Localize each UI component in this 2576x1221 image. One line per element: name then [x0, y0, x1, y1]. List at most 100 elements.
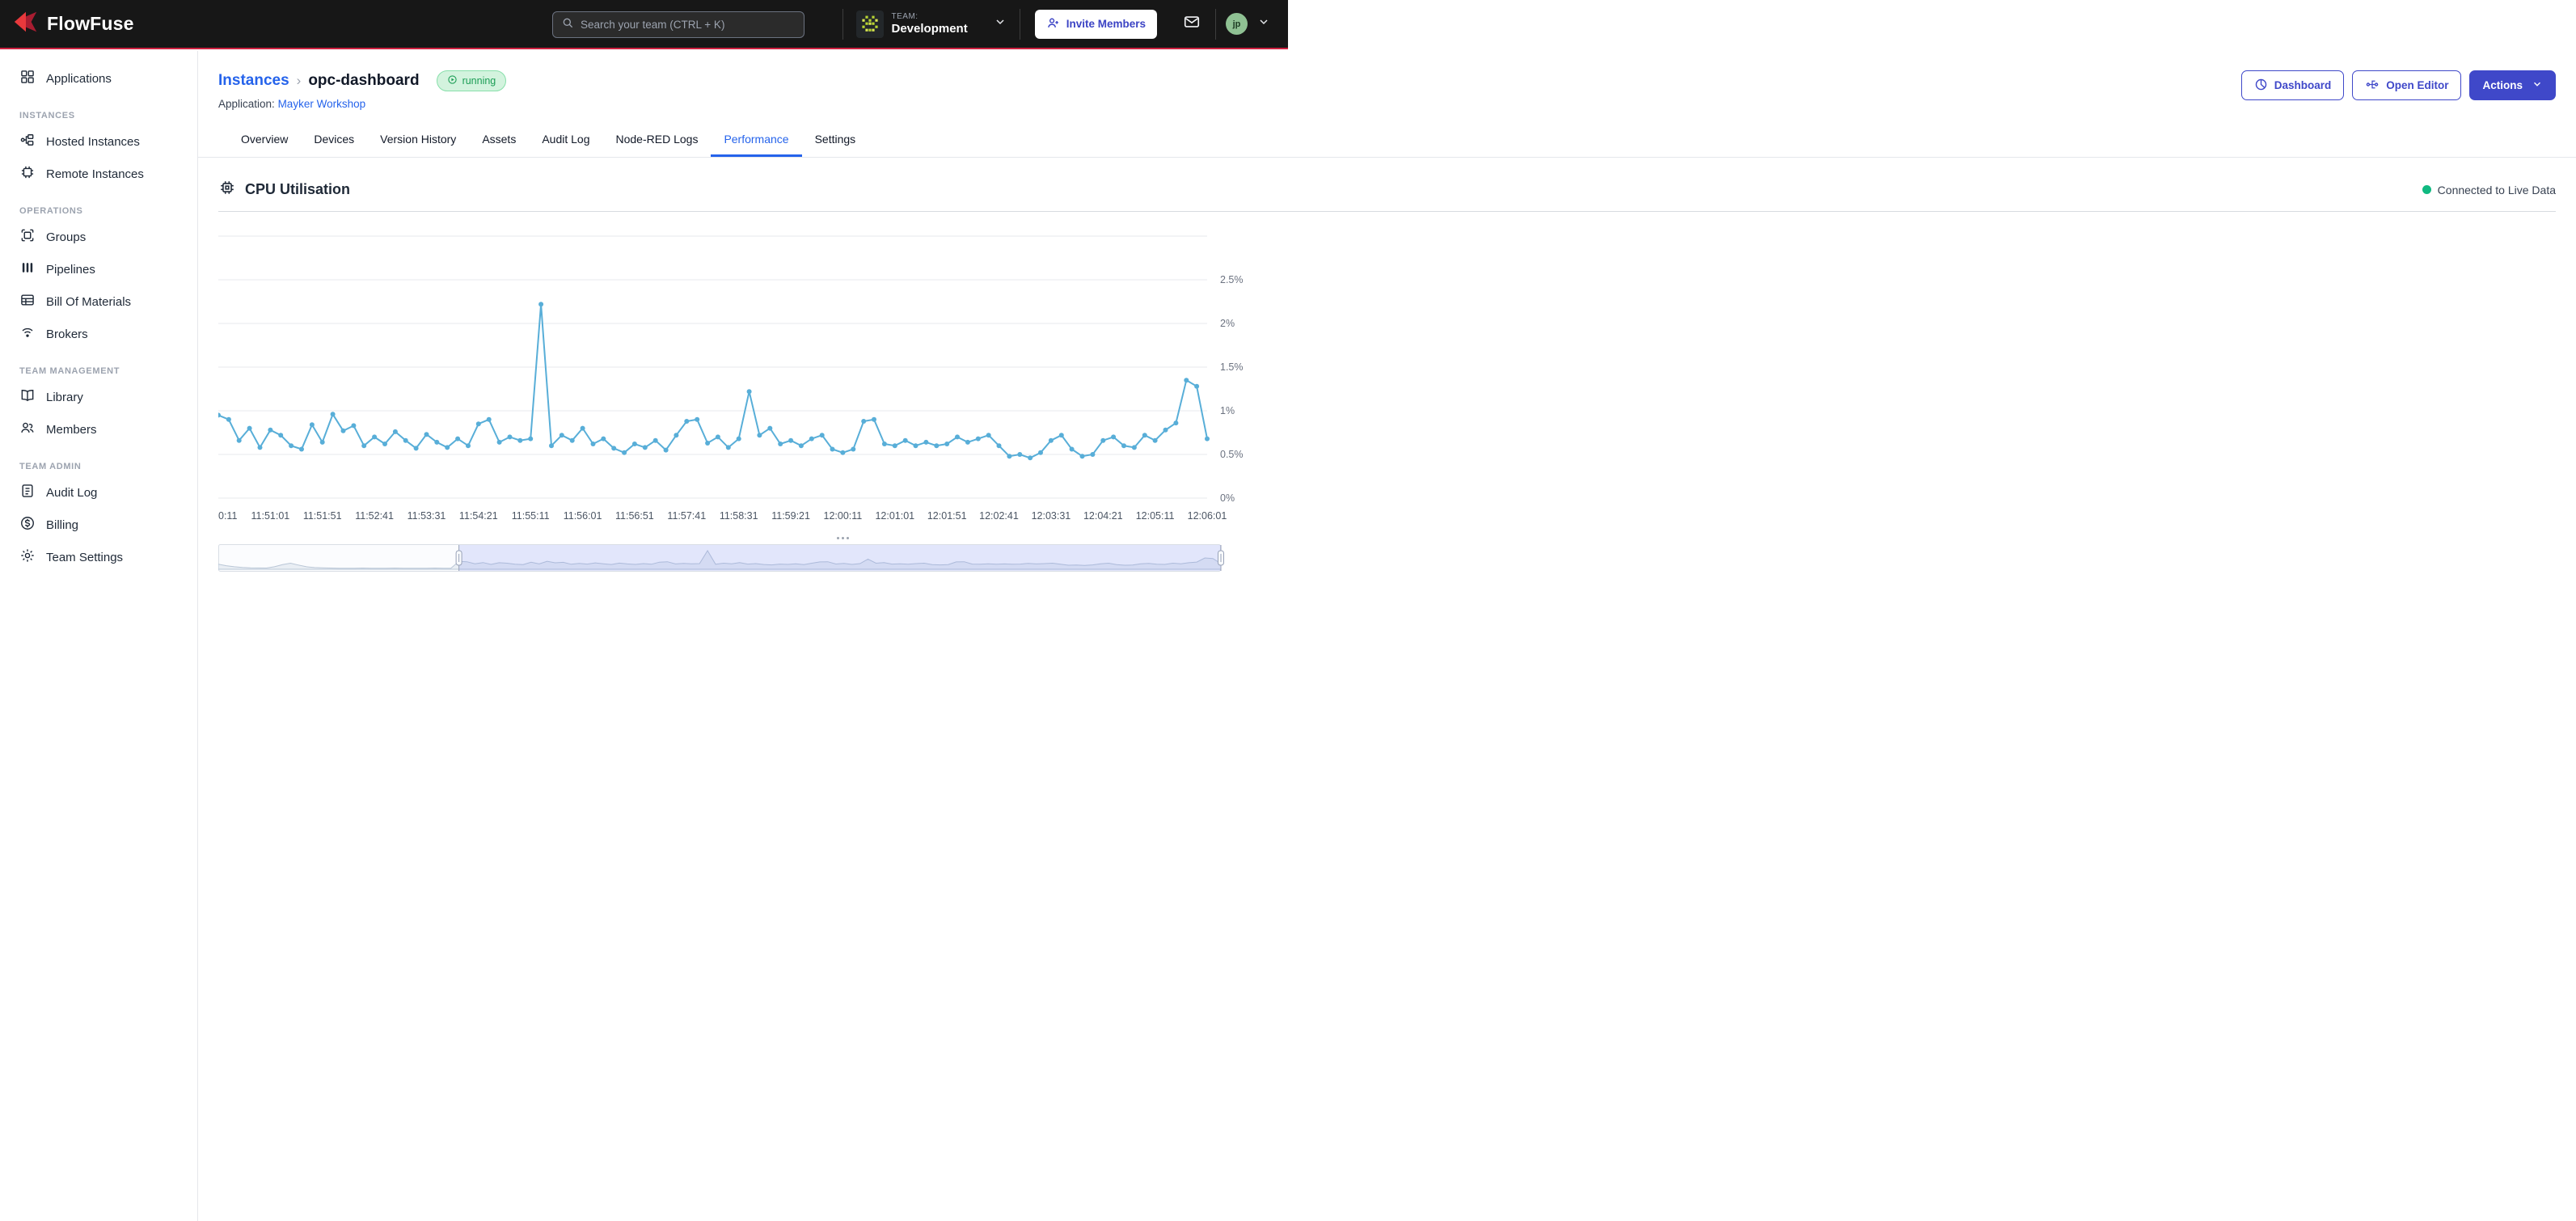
sidebar-item-library[interactable]: Library [0, 381, 197, 413]
main-content: Instances › opc-dashboard running Applic… [198, 51, 2576, 1221]
page-title: opc-dashboard [308, 72, 419, 90]
breadcrumb-separator: › [297, 73, 302, 89]
svg-text:12:02:41: 12:02:41 [979, 510, 1019, 522]
sidebar-item-label: Team Settings [46, 551, 123, 564]
invite-members-button[interactable]: Invite Members [1035, 10, 1157, 39]
sidebar-item-audit-log[interactable]: Audit Log [0, 476, 197, 509]
sidebar-item-pipelines[interactable]: Pipelines [0, 253, 197, 285]
sidebar-item-label: Library [46, 391, 83, 404]
application-link[interactable]: Mayker Workshop [278, 98, 366, 110]
tab-settings[interactable]: Settings [802, 125, 869, 157]
team-avatar [856, 11, 884, 38]
sidebar-item-members[interactable]: Members [0, 413, 197, 446]
svg-text:11:53:31: 11:53:31 [408, 510, 446, 522]
sidebar-item-bill-of-materials[interactable]: Bill Of Materials [0, 285, 197, 318]
hosted-instances-icon [19, 132, 36, 151]
navigator-move-handle[interactable] [835, 535, 851, 541]
header-actions: Dashboard Open Editor Actions [2241, 70, 2556, 100]
applications-icon [19, 69, 36, 88]
status-badge-label: running [462, 75, 496, 87]
flowfuse-logo[interactable]: FlowFuse [13, 10, 134, 38]
dashboard-button-label: Dashboard [2274, 79, 2332, 91]
gear-icon [19, 547, 36, 567]
sidebar-item-label: Hosted Instances [46, 135, 140, 149]
sidebar-item-label: Pipelines [46, 263, 95, 277]
actions-button[interactable]: Actions [2469, 70, 2556, 100]
sidebar-section-team-management: TEAM MANAGEMENT [0, 350, 197, 381]
tab-node-red-logs[interactable]: Node-RED Logs [603, 125, 712, 157]
tab-devices[interactable]: Devices [301, 125, 367, 157]
sidebar-item-label: Billing [46, 518, 78, 532]
sidebar-section-operations: OPERATIONS [0, 190, 197, 221]
sidebar-item-label: Brokers [46, 327, 88, 341]
dashboard-button[interactable]: Dashboard [2241, 70, 2345, 100]
remote-instances-icon [19, 164, 36, 184]
open-editor-button[interactable]: Open Editor [2352, 70, 2461, 100]
search-input[interactable] [581, 19, 796, 31]
svg-text:11:54:21: 11:54:21 [459, 510, 498, 522]
svg-text:0%: 0% [1220, 492, 1235, 504]
tab-assets[interactable]: Assets [469, 125, 529, 157]
cpu-utilisation-panel: CPU Utilisation Connected to Live Data 0… [218, 179, 2556, 577]
user-menu[interactable]: jp [1218, 13, 1278, 35]
billing-icon [19, 515, 36, 534]
navigator-slider[interactable] [218, 544, 1268, 573]
svg-text:12:00:11: 12:00:11 [824, 510, 863, 522]
audit-log-icon [19, 483, 36, 502]
notifications-button[interactable] [1170, 13, 1214, 35]
node-editor-icon [2365, 78, 2380, 94]
tab-version-history[interactable]: Version History [367, 125, 469, 157]
sidebar-item-label: Bill Of Materials [46, 295, 131, 309]
search-icon [561, 16, 574, 33]
team-search[interactable] [552, 11, 804, 38]
sidebar-item-label: Applications [46, 72, 112, 86]
breadcrumb-instances-link[interactable]: Instances [218, 72, 289, 90]
svg-text:11:55:11: 11:55:11 [512, 510, 550, 522]
tab-performance[interactable]: Performance [711, 125, 801, 157]
sidebar-section-instances: INSTANCES [0, 95, 197, 125]
svg-text:11:56:01: 11:56:01 [564, 510, 602, 522]
bill-of-materials-icon [19, 292, 36, 311]
svg-text:0.5%: 0.5% [1220, 449, 1244, 460]
svg-text:12:03:31: 12:03:31 [1032, 510, 1071, 522]
sidebar-item-applications[interactable]: Applications [0, 62, 197, 95]
logo-text: FlowFuse [47, 13, 134, 35]
sidebar-item-groups[interactable]: Groups [0, 221, 197, 253]
panel-title: CPU Utilisation [245, 181, 350, 198]
team-selector[interactable]: TEAM: Development [845, 0, 1018, 48]
tab-audit-log[interactable]: Audit Log [529, 125, 602, 157]
actions-button-label: Actions [2482, 79, 2523, 91]
chart-navigator [218, 544, 2556, 577]
sidebar-item-label: Audit Log [46, 486, 97, 500]
sidebar-item-label: Groups [46, 230, 86, 244]
svg-text:12:01:51: 12:01:51 [927, 510, 967, 522]
live-status: Connected to Live Data [2422, 184, 2556, 196]
user-plus-icon [1046, 16, 1060, 32]
library-icon [19, 387, 36, 407]
pie-chart-icon [2254, 78, 2268, 94]
breadcrumb: Instances › opc-dashboard running [218, 70, 2556, 91]
application-label: Application: [218, 98, 275, 110]
sidebar-item-remote-instances[interactable]: Remote Instances [0, 158, 197, 190]
status-badge: running [437, 70, 507, 91]
svg-text:12:04:21: 12:04:21 [1083, 510, 1123, 522]
chevron-down-icon [2532, 78, 2543, 92]
play-circle-icon [447, 74, 458, 87]
svg-text:11:50:11: 11:50:11 [218, 510, 237, 522]
svg-text:2.5%: 2.5% [1220, 274, 1244, 285]
tab-overview[interactable]: Overview [228, 125, 301, 157]
chevron-down-icon [1257, 15, 1270, 32]
cpu-line-chart: 0%0.5%1%1.5%2%2.5%11:50:1111:51:0111:51:… [218, 223, 1268, 530]
svg-text:11:51:51: 11:51:51 [303, 510, 342, 522]
sidebar-item-billing[interactable]: Billing [0, 509, 197, 541]
members-icon [19, 420, 36, 439]
invite-members-label: Invite Members [1066, 18, 1146, 30]
sidebar-item-brokers[interactable]: Brokers [0, 318, 197, 350]
top-navbar: FlowFuse TEAM: Development [0, 0, 1288, 49]
instance-tabs: Overview Devices Version History Assets … [198, 125, 2576, 158]
svg-text:12:01:01: 12:01:01 [875, 510, 914, 522]
svg-text:11:51:01: 11:51:01 [251, 510, 290, 522]
live-status-label: Connected to Live Data [2438, 184, 2556, 196]
sidebar-item-hosted-instances[interactable]: Hosted Instances [0, 125, 197, 158]
sidebar-item-team-settings[interactable]: Team Settings [0, 541, 197, 573]
